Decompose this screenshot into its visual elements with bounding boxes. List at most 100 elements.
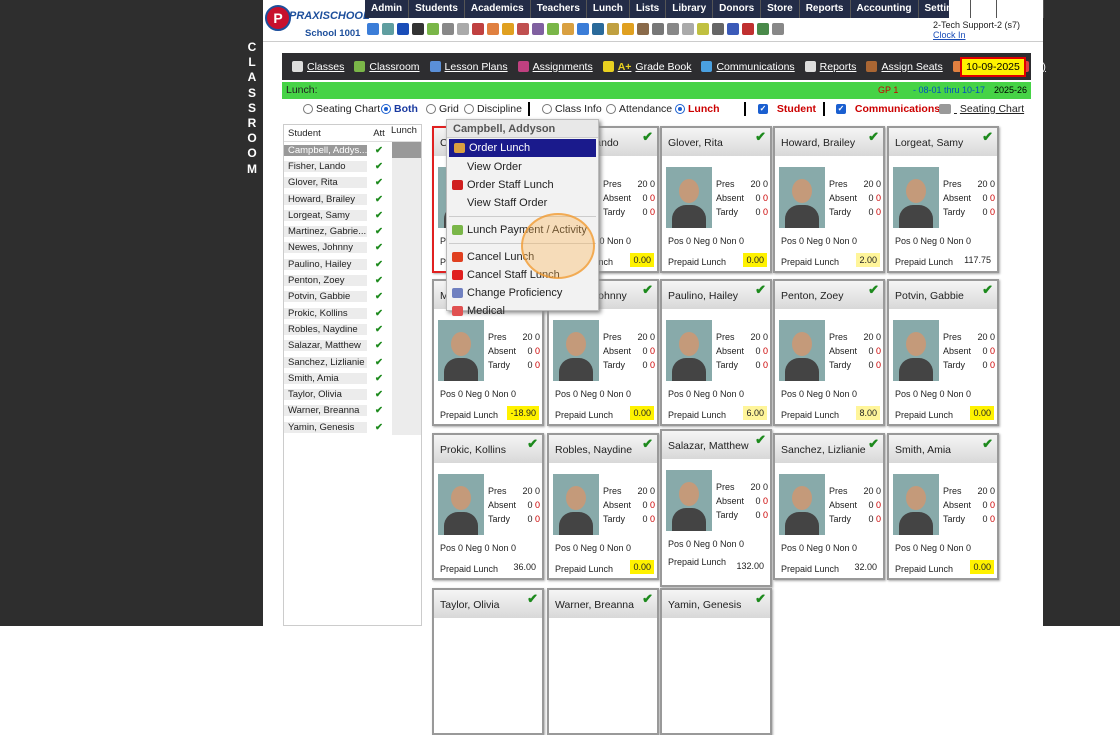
list-item[interactable]: Newes, Johnny ✔ <box>284 239 421 257</box>
student-photo[interactable] <box>666 320 712 381</box>
student-card-name[interactable]: Yamin, Genesis <box>662 590 770 618</box>
student-name[interactable]: Salazar, Matthew <box>284 340 367 352</box>
student-card[interactable]: Smith, Amia ✔ Pres 20 0 Absent 0 0 Tardy 0 0 Pos… <box>887 433 999 580</box>
menu-item-medical[interactable]: Medical <box>447 302 598 320</box>
at-icon[interactable] <box>397 23 409 35</box>
student-card[interactable]: Lorgeat, Samy ✔ Pres 20 0 Absent 0 0 Tardy 0 0P… <box>887 126 999 273</box>
toolbar-classroom[interactable]: Classroom <box>350 61 423 73</box>
student-name[interactable]: Yamin, Genesis <box>284 421 367 433</box>
list-item[interactable]: Paulino, Hailey ✔ <box>284 256 421 273</box>
list-item[interactable]: Glover, Rita ✔ <box>284 174 421 191</box>
option-seating-chart[interactable]: Seating Chart <box>303 103 380 115</box>
list-item[interactable]: Fisher, Lando ✔ <box>284 158 421 175</box>
student-photo[interactable] <box>893 167 939 228</box>
student-name[interactable]: Howard, Brailey <box>284 193 367 205</box>
list-item[interactable]: Robles, Naydine ✔ <box>284 321 421 338</box>
menu-item-order-staff-lunch[interactable]: Order Staff Lunch <box>447 176 598 194</box>
student-photo[interactable] <box>779 320 825 381</box>
student-name[interactable]: Martinez, Gabrie... <box>284 226 367 238</box>
student-card-name[interactable]: Robles, Naydine <box>549 435 657 463</box>
student-name[interactable]: Taylor, Olivia <box>284 389 367 401</box>
student-card-name[interactable]: Glover, Rita <box>662 128 770 156</box>
student-card-name[interactable]: Paulino, Hailey <box>662 281 770 309</box>
student-name[interactable]: Sanchez, Lizlianie <box>284 356 367 368</box>
list-item[interactable]: Howard, Brailey ✔ <box>284 190 421 208</box>
student-card[interactable]: Potvin, Gabbie ✔ Pres 20 0 Absent 0 0 Tardy 0 0… <box>887 279 999 426</box>
menu-item-order-lunch[interactable]: Order Lunch <box>449 139 596 157</box>
toolbar-classes[interactable]: Classes <box>288 61 348 73</box>
student-card[interactable]: Taylor, Olivia ✔ <box>432 588 544 735</box>
calendar-icon[interactable] <box>382 23 394 35</box>
student-card-name[interactable]: Penton, Zoey <box>775 281 883 309</box>
lunch-cell[interactable] <box>391 353 421 371</box>
lunch-cell[interactable] <box>391 386 421 403</box>
search-icon[interactable] <box>367 23 379 35</box>
student-name[interactable]: Paulino, Hailey <box>284 258 367 270</box>
list-item[interactable]: Penton, Zoey ✔ <box>284 272 421 289</box>
list-item[interactable]: Warner, Breanna ✔ <box>284 402 421 420</box>
lunch-cell[interactable] <box>391 158 421 175</box>
student-photo[interactable] <box>666 167 712 228</box>
lunch-cell[interactable] <box>391 207 421 224</box>
lunch-cell[interactable] <box>391 419 421 436</box>
student-card[interactable]: Yamin, Genesis ✔ <box>660 588 772 735</box>
student-card-name[interactable]: Potvin, Gabbie <box>889 281 997 309</box>
student-name[interactable]: Fisher, Lando <box>284 160 367 172</box>
student-card[interactable]: Paulino, Hailey ✔ Pres 20 0 Absent 0 0 Tardy 0 … <box>660 279 772 426</box>
lunch-cell[interactable] <box>391 239 421 257</box>
student-photo[interactable] <box>438 320 484 381</box>
lunch-cell[interactable] <box>391 223 421 240</box>
student-photo[interactable] <box>779 167 825 228</box>
student-card[interactable]: Penton, Zoey ✔ Pres 20 0 Absent 0 0 Tardy 0 0 Po… <box>773 279 885 426</box>
nav-item-admin[interactable]: Admin <box>365 0 410 18</box>
student-card[interactable]: Glover, Rita ✔ Pres 20 0 Absent 0 0 Tardy 0 0 Po… <box>660 126 772 273</box>
student-card-name[interactable]: Howard, Brailey <box>775 128 883 156</box>
student-name[interactable]: Newes, Johnny <box>284 242 367 254</box>
lunch-cell[interactable] <box>391 370 421 387</box>
student-photo[interactable] <box>893 474 939 535</box>
student-card[interactable]: Warner, Breanna ✔ <box>547 588 659 735</box>
student-card[interactable]: Sanchez, Lizlianie ✔ Pres 20 0 Absent 0 0 Tard… <box>773 433 885 580</box>
student-photo[interactable] <box>779 474 825 535</box>
option-both[interactable]: Both <box>381 103 418 115</box>
list-item[interactable]: Potvin, Gabbie ✔ <box>284 288 421 305</box>
student-name[interactable]: Lorgeat, Samy <box>284 209 367 221</box>
menu-item-view-staff-order[interactable]: View Staff Order <box>447 194 598 212</box>
header-att[interactable]: Att <box>367 128 391 139</box>
student-name[interactable]: Robles, Naydine <box>284 323 367 335</box>
lunch-cell[interactable] <box>391 142 421 159</box>
lunch-cell[interactable] <box>391 272 421 289</box>
lunch-cell[interactable] <box>391 321 421 338</box>
student-name[interactable]: Campbell, Addys... <box>284 144 367 156</box>
student-name[interactable]: Warner, Breanna <box>284 405 367 417</box>
list-item[interactable]: Sanchez, Lizlianie ✔ <box>284 353 421 371</box>
student-card-name[interactable]: Salazar, Matthew <box>662 431 770 459</box>
menu-item-view-order[interactable]: View Order <box>447 158 598 176</box>
lunch-cell[interactable] <box>391 337 421 354</box>
lunch-cell[interactable] <box>391 402 421 420</box>
header-lunch[interactable]: Lunch <box>391 125 421 141</box>
student-photo[interactable] <box>553 474 599 535</box>
lunch-cell[interactable] <box>391 256 421 273</box>
student-card[interactable]: Robles, Naydine ✔ Pres 20 0 Absent 0 0 Tardy 0 … <box>547 433 659 580</box>
list-item[interactable]: Martinez, Gabrie... ✔ <box>284 223 421 240</box>
student-name[interactable]: Glover, Rita <box>284 177 367 189</box>
header-student[interactable]: Student <box>284 128 367 139</box>
lunch-cell[interactable] <box>391 304 421 322</box>
lunch-cell[interactable] <box>391 288 421 305</box>
student-card[interactable]: Prokic, Kollins ✔ Pres 20 0 Absent 0 0 Tardy 0 … <box>432 433 544 580</box>
list-item[interactable]: Lorgeat, Samy ✔ <box>284 207 421 224</box>
student-name[interactable]: Smith, Amia <box>284 372 367 384</box>
list-item[interactable]: Campbell, Addys... ✔ <box>284 142 421 159</box>
list-item[interactable]: Smith, Amia ✔ <box>284 370 421 387</box>
student-photo[interactable] <box>438 474 484 535</box>
student-name[interactable]: Prokic, Kollins <box>284 307 367 319</box>
list-item[interactable]: Salazar, Matthew ✔ <box>284 337 421 354</box>
list-item[interactable]: Prokic, Kollins ✔ <box>284 304 421 322</box>
student-photo[interactable] <box>893 320 939 381</box>
student-photo[interactable] <box>666 470 712 531</box>
student-name[interactable]: Penton, Zoey <box>284 275 367 287</box>
student-card-name[interactable]: Prokic, Kollins <box>434 435 542 463</box>
lunch-cell[interactable] <box>391 174 421 191</box>
menu-item-change-proficiency[interactable]: Change Proficiency <box>447 284 598 302</box>
